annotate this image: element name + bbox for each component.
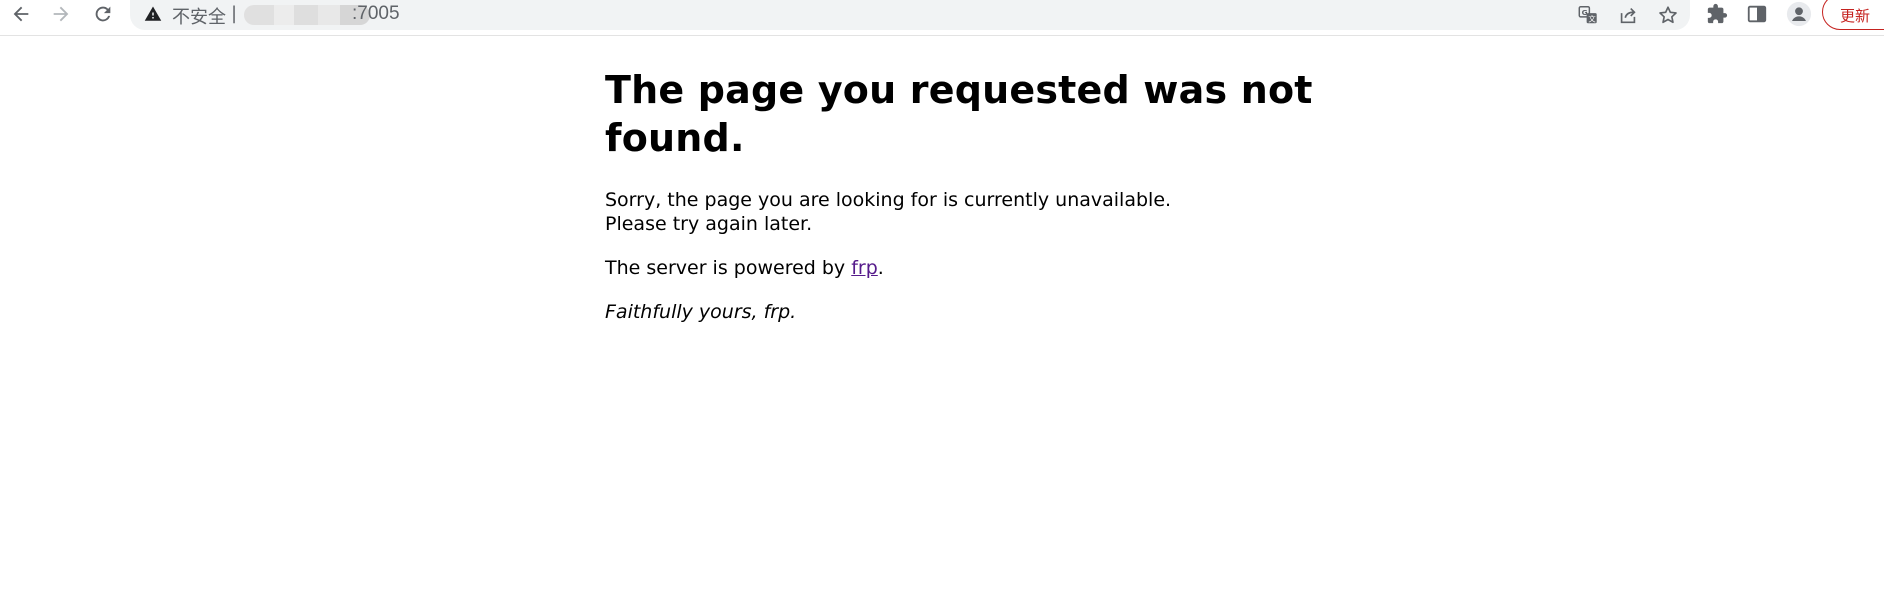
back-button[interactable] (4, 0, 38, 28)
signature-text: Faithfully yours, frp. (605, 300, 1325, 324)
profile-button[interactable] (1784, 0, 1814, 28)
url-port: :7005 (352, 3, 400, 24)
warning-icon (144, 5, 162, 23)
bookmark-button[interactable] (1655, 2, 1681, 28)
reload-icon (95, 6, 111, 22)
powered-by-prefix: The server is powered by (605, 257, 852, 279)
extensions-button[interactable] (1700, 0, 1734, 28)
translate-button[interactable]: G 文 (1575, 2, 1601, 28)
back-icon (13, 6, 29, 22)
update-button[interactable]: 更新 (1822, 0, 1884, 30)
forward-icon (53, 6, 69, 22)
profile-icon (1786, 1, 1812, 27)
forward-button[interactable] (44, 0, 78, 28)
share-icon (1620, 7, 1636, 24)
error-page: The page you requested was not found. So… (605, 66, 1325, 344)
security-label[interactable]: 不安全 (172, 3, 226, 29)
address-separator: | (231, 3, 238, 24)
unavailable-message: Sorry, the page you are looking for is c… (605, 188, 1325, 236)
translate-icon: G 文 (1578, 6, 1597, 23)
reload-button[interactable] (86, 0, 120, 28)
svg-text:文: 文 (1588, 14, 1596, 23)
page-title: The page you requested was not found. (605, 68, 1313, 160)
unavailable-line: Sorry, the page you are looking for is c… (605, 189, 1172, 211)
star-icon (1659, 6, 1677, 24)
address-bar[interactable]: 不安全 | :7005 G 文 (130, 0, 1690, 30)
extensions-icon (1707, 3, 1728, 24)
signature: Faithfully yours, frp. (605, 301, 797, 323)
share-button[interactable] (1615, 2, 1641, 28)
side-panel-button[interactable] (1740, 0, 1774, 28)
side-panel-icon (1747, 5, 1767, 23)
browser-toolbar: 不安全 | :7005 G 文 更新 (0, 0, 1884, 36)
powered-by-text: The server is powered by frp. (605, 256, 1325, 280)
powered-by-suffix: . (877, 257, 884, 279)
retry-line: Please try again later. (605, 213, 813, 235)
frp-link[interactable]: frp (851, 257, 878, 279)
